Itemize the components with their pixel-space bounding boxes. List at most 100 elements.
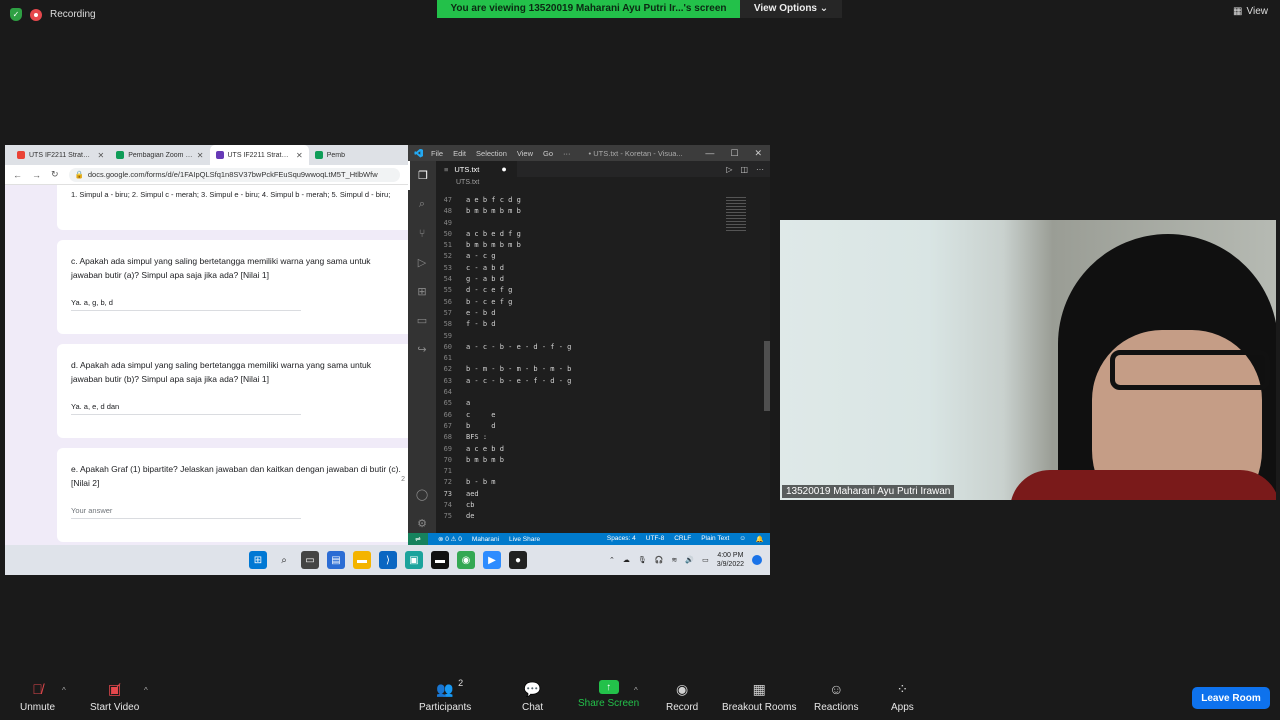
- unmute-button[interactable]: 🎙̸ Unmute: [20, 680, 55, 713]
- menu-item[interactable]: View: [517, 149, 533, 158]
- participant-video[interactable]: 13520019 Maharani Ayu Putri Irawan: [780, 220, 1276, 500]
- tray-chevron-up-icon[interactable]: ⌃: [609, 556, 615, 564]
- menu-item[interactable]: Selection: [476, 149, 507, 158]
- extensions-icon[interactable]: ⊞: [408, 277, 436, 306]
- terminal-icon[interactable]: ▬: [431, 551, 449, 569]
- back-icon[interactable]: ←: [13, 170, 22, 180]
- windows-start-icon[interactable]: ⊞: [249, 551, 267, 569]
- participants-button[interactable]: 👥 2 Participants: [419, 678, 471, 713]
- code-line[interactable]: 53 c - a b d: [436, 263, 736, 274]
- github-icon[interactable]: ●: [509, 551, 527, 569]
- live-share-status[interactable]: Live Share: [509, 536, 540, 543]
- eol-status[interactable]: CRLF: [674, 535, 691, 543]
- code-line[interactable]: 57 e - b d: [436, 308, 736, 319]
- task-view-icon[interactable]: ▭: [301, 551, 319, 569]
- clock[interactable]: 4:00 PM 3/9/2022: [717, 551, 744, 569]
- code-line[interactable]: 73 aed: [436, 489, 736, 500]
- indent-status[interactable]: Spaces: 4: [607, 535, 636, 543]
- code-line[interactable]: 60 a - c - b - e - d - f - g: [436, 342, 736, 353]
- remote-explorer-icon[interactable]: ▭: [408, 306, 436, 335]
- remote-icon[interactable]: ⇌: [408, 533, 428, 545]
- view-options-button[interactable]: View Options ⌄: [740, 0, 842, 18]
- code-line[interactable]: 67 b d: [436, 421, 736, 432]
- problems-status[interactable]: ⊗ 0 ⚠ 0: [438, 535, 462, 543]
- answer-input[interactable]: Ya. a, g, b, d: [71, 298, 301, 311]
- view-button[interactable]: ▦ View: [1233, 6, 1268, 17]
- code-line[interactable]: 64: [436, 387, 736, 398]
- chat-button[interactable]: 💬 Chat: [522, 680, 543, 714]
- feedback-icon[interactable]: ☺: [739, 535, 746, 543]
- headset-icon[interactable]: 🎧: [655, 556, 664, 564]
- code-line[interactable]: 49: [436, 218, 736, 229]
- address-bar[interactable]: 🔒 docs.google.com/forms/d/e/1FAIpQLSfq1n…: [68, 167, 400, 182]
- run-icon[interactable]: ▷: [726, 165, 732, 174]
- reactions-button[interactable]: ☺ Reactions: [814, 680, 858, 713]
- source-control-icon[interactable]: ⑂: [408, 219, 436, 248]
- code-line[interactable]: 56 b - c e f g: [436, 297, 736, 308]
- menu-item[interactable]: Go: [543, 149, 553, 158]
- code-line[interactable]: 69 a c e b d: [436, 444, 736, 455]
- encoding-status[interactable]: UTF-8: [646, 535, 664, 543]
- run-debug-icon[interactable]: ▷: [408, 248, 436, 277]
- maximize-icon[interactable]: ☐: [730, 148, 738, 159]
- notification-icon[interactable]: [752, 555, 762, 565]
- code-line[interactable]: 66 c e: [436, 410, 736, 421]
- widgets-icon[interactable]: ▤: [327, 551, 345, 569]
- code-editor[interactable]: 47 a e b f c d g 48 b m b m b m b 49 50 a c b …: [436, 195, 736, 531]
- breadcrumb[interactable]: UTS.txt: [436, 177, 770, 188]
- code-line[interactable]: 47 a e b f c d g: [436, 195, 736, 206]
- share-options-chevron-icon[interactable]: ^: [634, 686, 638, 695]
- reload-icon[interactable]: ↻: [51, 169, 59, 180]
- code-line[interactable]: 62 b - m - b - m - b - m - b: [436, 364, 736, 375]
- editor-scrollbar[interactable]: [764, 341, 770, 411]
- code-line[interactable]: 55 d - c e f g: [436, 285, 736, 296]
- menu-item[interactable]: ···: [563, 149, 571, 158]
- browser-tab[interactable]: UTS IF2211 Strategi Algo✕: [11, 145, 110, 165]
- forward-icon[interactable]: →: [32, 170, 41, 180]
- apps-button[interactable]: ⁘ Apps: [891, 680, 914, 714]
- more-actions-icon[interactable]: ···: [756, 165, 764, 174]
- split-editor-icon[interactable]: ◫: [740, 165, 748, 174]
- line-app-icon[interactable]: ▣: [405, 551, 423, 569]
- zoom-icon[interactable]: ▶: [483, 551, 501, 569]
- code-line[interactable]: 61: [436, 353, 736, 364]
- code-line[interactable]: 68 BFS :: [436, 432, 736, 443]
- leave-room-button[interactable]: Leave Room: [1192, 687, 1270, 709]
- bell-icon[interactable]: 🔔: [756, 535, 764, 543]
- code-line[interactable]: 72 b - b m: [436, 477, 736, 488]
- code-line[interactable]: 54 g - a b d: [436, 274, 736, 285]
- file-explorer-icon[interactable]: ▬: [353, 551, 371, 569]
- browser-tab[interactable]: Pembagian Zoom UTS Da ✕: [110, 145, 209, 165]
- code-line[interactable]: 65 a: [436, 398, 736, 409]
- answer-input[interactable]: Your answer: [71, 506, 301, 519]
- cloud-icon[interactable]: ☁: [623, 556, 630, 564]
- search-icon[interactable]: ⌕: [408, 190, 436, 219]
- menu-item[interactable]: Edit: [453, 149, 466, 158]
- editor-tab-uts[interactable]: ≡ UTS.txt ●: [436, 161, 517, 177]
- tab-close-icon[interactable]: ✕: [197, 151, 204, 160]
- live-share-icon[interactable]: ↪: [408, 335, 436, 364]
- battery-icon[interactable]: ▭: [702, 556, 709, 564]
- code-line[interactable]: 74 cb: [436, 500, 736, 511]
- browser-tab[interactable]: UTS IF2211 Strategi Algo✕: [209, 145, 309, 165]
- code-line[interactable]: 50 a c b e d f g: [436, 229, 736, 240]
- chrome-icon[interactable]: ◉: [457, 551, 475, 569]
- account-icon[interactable]: ◯: [408, 480, 436, 509]
- shared-screen[interactable]: UTS IF2211 Strategi Algo✕Pembagian Zoom …: [5, 145, 770, 575]
- vscode-taskbar-icon[interactable]: ⟩: [379, 551, 397, 569]
- minimap[interactable]: [726, 195, 746, 255]
- audio-options-chevron-icon[interactable]: ^: [62, 686, 66, 695]
- search-icon[interactable]: ⌕: [275, 551, 293, 569]
- minimize-icon[interactable]: —: [705, 148, 714, 159]
- shield-icon[interactable]: ✓: [10, 8, 22, 21]
- code-line[interactable]: 63 a - c - b - e - f - d - g: [436, 376, 736, 387]
- previous-answer[interactable]: 1. Simpul a - biru; 2. Simpul c - merah;…: [57, 185, 408, 230]
- record-button[interactable]: ◉ Record: [666, 680, 698, 714]
- answer-input[interactable]: Ya. a, e, d dan: [71, 402, 301, 415]
- code-line[interactable]: 71: [436, 466, 736, 477]
- code-line[interactable]: 51 b m b m b m b: [436, 240, 736, 251]
- code-line[interactable]: 52 a - c g: [436, 251, 736, 262]
- explorer-icon[interactable]: ❐: [408, 161, 436, 190]
- menu-item[interactable]: File: [431, 149, 443, 158]
- code-line[interactable]: 75 de: [436, 511, 736, 522]
